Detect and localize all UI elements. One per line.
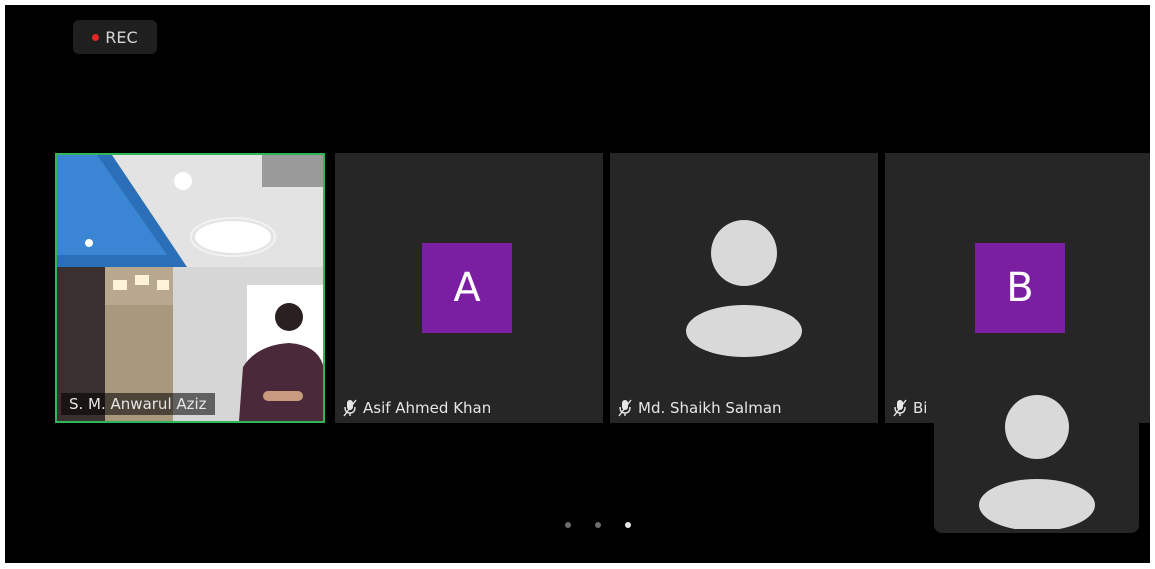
participant-name: S. M. Anwarul Aziz <box>69 395 207 413</box>
mic-muted-icon <box>618 399 632 417</box>
participant-name: Bi <box>913 399 928 417</box>
participant-avatar: A <box>422 243 512 333</box>
participant-tile[interactable]: Md. Shaikh Salman <box>610 153 878 423</box>
self-view-tile[interactable] <box>934 381 1139 533</box>
participant-name-tag: S. M. Anwarul Aziz <box>61 393 215 415</box>
avatar-letter: A <box>453 265 481 311</box>
participant-video-feed <box>57 155 323 421</box>
recording-indicator[interactable]: REC <box>73 20 157 54</box>
mic-muted-icon <box>343 399 357 417</box>
gallery-pagination <box>565 522 631 528</box>
participant-name-tag: Asif Ahmed Khan <box>343 399 491 417</box>
participant-tile[interactable]: A Asif Ahmed Khan <box>335 153 603 423</box>
participant-avatar: B <box>975 243 1065 333</box>
participant-tile-video[interactable]: S. M. Anwarul Aziz <box>55 153 325 423</box>
page-dot-active[interactable] <box>625 522 631 528</box>
meeting-stage: REC S. M. Anwarul Aziz A Asif Ahmed Khan… <box>5 5 1150 563</box>
mic-muted-icon <box>893 399 907 417</box>
participant-name: Asif Ahmed Khan <box>363 399 492 417</box>
person-silhouette-icon <box>979 395 1095 529</box>
avatar-letter: B <box>1006 265 1034 311</box>
participant-name-tag: Md. Shaikh Salman <box>618 399 782 417</box>
recording-label: REC <box>105 27 138 47</box>
page-dot[interactable] <box>595 522 601 528</box>
page-dot[interactable] <box>565 522 571 528</box>
participant-name-tag: Bi <box>893 399 927 417</box>
person-silhouette-icon <box>686 220 802 357</box>
participant-name: Md. Shaikh Salman <box>638 399 782 417</box>
recording-dot-icon <box>92 33 100 41</box>
